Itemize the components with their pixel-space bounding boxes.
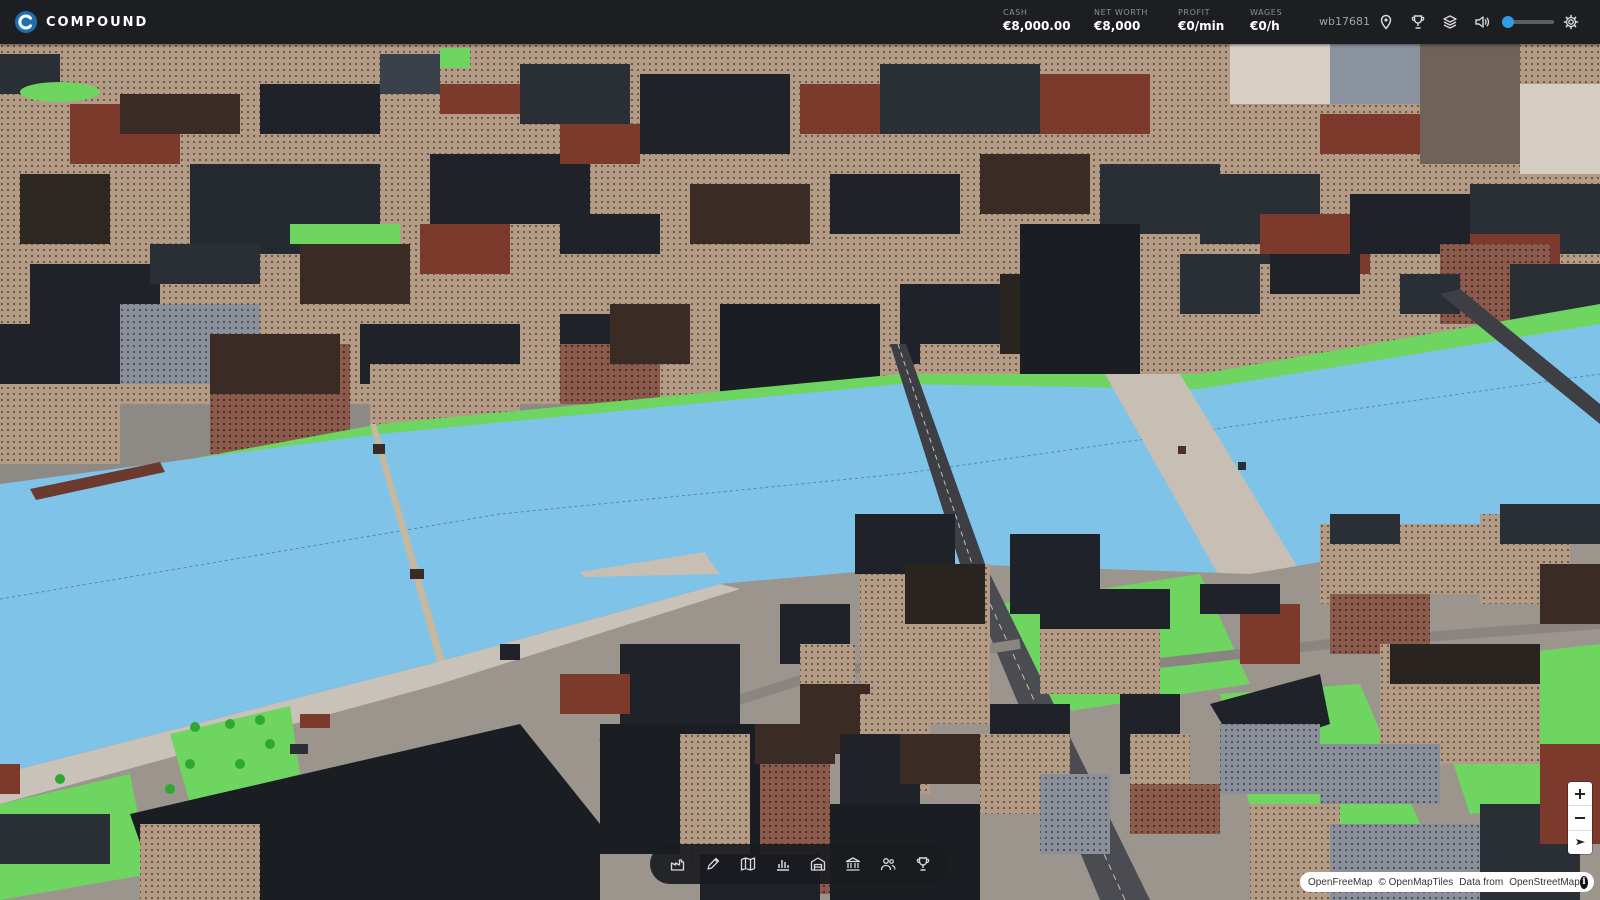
wages-stat: WAGES €0/h [1250,8,1282,33]
compound-logo-icon [15,11,37,33]
username[interactable]: wb17681 [1319,15,1370,28]
zoom-in-button[interactable] [1568,782,1592,807]
pencil-icon[interactable] [702,853,724,875]
net-worth-label: NET WORTH [1094,8,1148,17]
top-bar: COMPOUND CASH €8,000.00 NET WORTH €8,000… [0,0,1600,44]
map-attribution: OpenFreeMap © OpenMapTiles Data from Ope… [1300,872,1594,892]
layers-icon[interactable] [1441,13,1459,31]
attribution-openfreemap-link[interactable]: OpenFreeMap [1308,877,1372,888]
volume-icon[interactable] [1473,13,1491,31]
attribution-openstreetmap-link[interactable]: OpenStreetMap [1509,877,1580,888]
attribution-data-from: Data from [1459,876,1504,888]
map-navigation-controls [1568,782,1592,854]
net-worth-stat: NET WORTH €8,000 [1094,8,1148,33]
reset-north-button[interactable] [1568,831,1592,854]
bank-icon[interactable] [842,853,864,875]
trophy-icon[interactable] [912,853,934,875]
profit-value: €0/min [1178,19,1225,33]
cash-label: CASH [1003,8,1028,17]
bar-chart-icon[interactable] [772,853,794,875]
brand[interactable]: COMPOUND [14,10,148,34]
zoom-out-button[interactable] [1568,806,1592,831]
people-icon[interactable] [877,853,899,875]
info-icon[interactable]: i [1579,875,1588,889]
settings-gear-icon[interactable] [1562,13,1580,31]
profit-label: PROFIT [1178,8,1211,17]
city-map-3d[interactable] [0,44,1600,900]
attribution-openmaptiles-link[interactable]: © OpenMapTiles [1378,877,1453,888]
warehouse-icon[interactable] [807,853,829,875]
map-icon[interactable] [737,853,759,875]
location-pin-icon[interactable] [1377,13,1395,31]
net-worth-value: €8,000 [1094,19,1141,33]
compass-arrow-icon [1576,839,1585,846]
plus-icon [1575,788,1585,799]
wages-value: €0/h [1250,19,1280,33]
profit-stat: PROFIT €0/min [1178,8,1224,33]
minus-icon [1575,816,1585,819]
trophy-icon[interactable] [1409,13,1427,31]
factory-icon[interactable] [667,853,689,875]
bottom-toolbar [650,844,950,884]
wages-label: WAGES [1250,8,1283,17]
cash-value: €8,000.00 [1003,19,1071,33]
app-name: COMPOUND [46,14,149,30]
cash-stat: CASH €8,000.00 [1003,8,1071,33]
volume-slider-thumb[interactable] [1502,16,1515,28]
volume-slider[interactable] [1502,15,1554,29]
